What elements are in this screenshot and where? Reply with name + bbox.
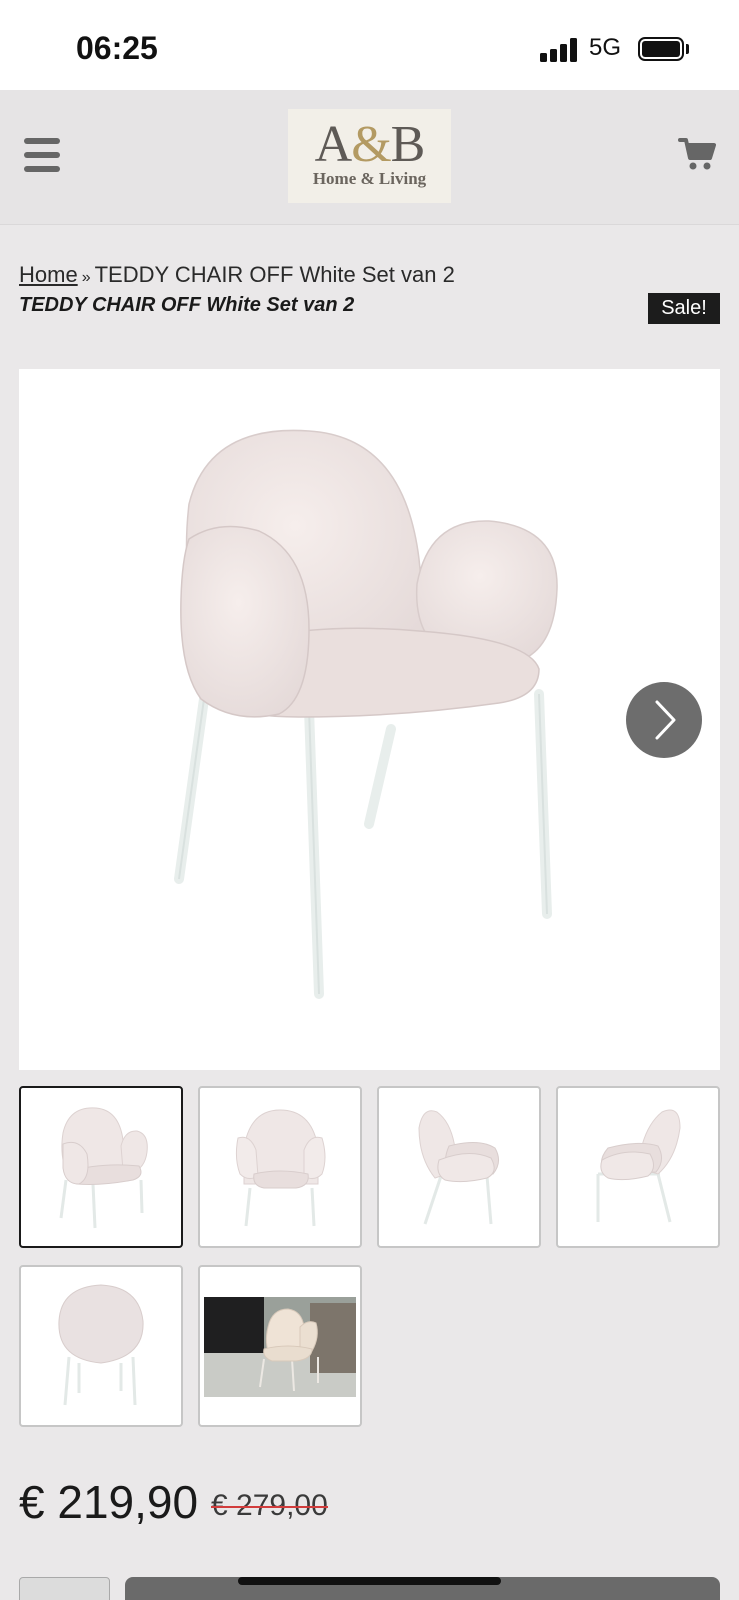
home-indicator bbox=[238, 1577, 501, 1585]
battery-tip bbox=[686, 44, 689, 54]
quantity-input[interactable] bbox=[19, 1577, 110, 1600]
gallery-thumbnail-5[interactable] bbox=[19, 1265, 183, 1427]
site-logo[interactable]: A&B Home & Living bbox=[288, 109, 451, 203]
sale-badge: Sale! bbox=[648, 293, 720, 324]
site-header: A&B Home & Living bbox=[0, 90, 739, 225]
shopping-cart-icon[interactable] bbox=[678, 134, 718, 174]
logo-main-text: A&B bbox=[314, 116, 426, 173]
network-label: 5G bbox=[589, 34, 622, 61]
hamburger-menu-icon[interactable] bbox=[24, 138, 60, 172]
gallery-thumbnail-2[interactable] bbox=[198, 1086, 362, 1248]
price-old: € 279,00 bbox=[211, 1489, 328, 1523]
price-strikethrough bbox=[211, 1506, 328, 1508]
breadcrumb-home-link[interactable]: Home bbox=[19, 262, 78, 287]
logo-subtitle: Home & Living bbox=[312, 169, 427, 188]
chair-illustration bbox=[174, 429, 558, 999]
product-title: TEDDY CHAIR OFF White Set van 2 bbox=[19, 294, 355, 316]
status-time: 06:25 bbox=[76, 30, 158, 66]
chevron-right-icon bbox=[655, 700, 676, 740]
breadcrumb-current: TEDDY CHAIR OFF White Set van 2 bbox=[94, 262, 455, 287]
gallery-next-button[interactable] bbox=[626, 682, 702, 758]
gallery-thumbnail-6[interactable] bbox=[198, 1265, 362, 1427]
battery-icon bbox=[638, 37, 684, 61]
breadcrumb-separator: » bbox=[81, 269, 91, 286]
status-bar: 06:25 5G bbox=[0, 0, 739, 90]
gallery-thumbnail-1[interactable] bbox=[19, 1086, 183, 1248]
product-main-image[interactable] bbox=[19, 369, 720, 1070]
signal-icon bbox=[540, 38, 578, 62]
price-current: € 219,90 bbox=[19, 1476, 199, 1528]
gallery-thumbnail-4[interactable] bbox=[556, 1086, 720, 1248]
logo-ampersand: & bbox=[351, 116, 391, 173]
logo-mark: A&B bbox=[288, 115, 451, 174]
breadcrumb: Home» TEDDY CHAIR OFF White Set van 2 bbox=[19, 262, 455, 288]
gallery-thumbnail-3[interactable] bbox=[377, 1086, 541, 1248]
